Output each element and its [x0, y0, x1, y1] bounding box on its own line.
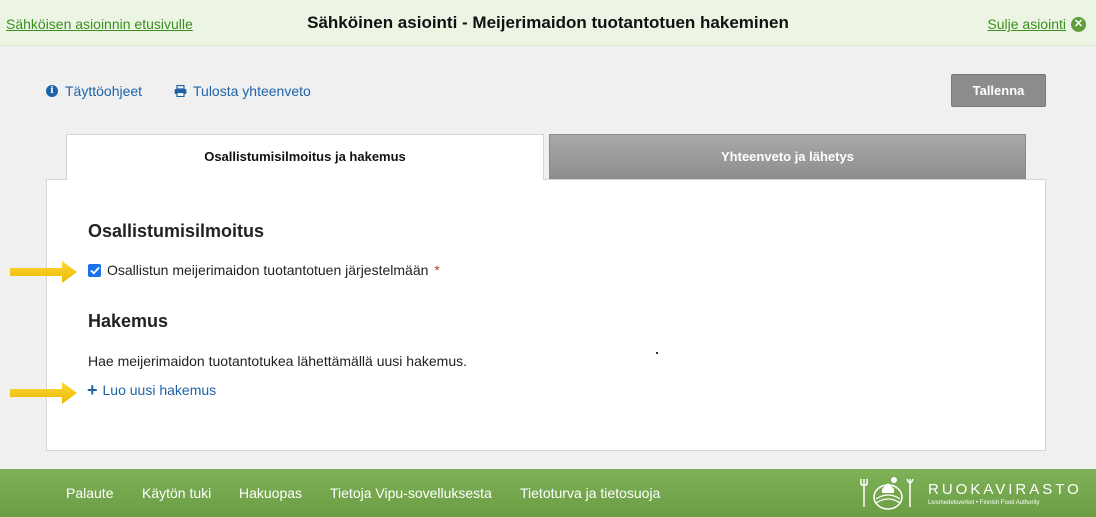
participation-checkbox-label[interactable]: Osallistun meijerimaidon tuotantotuen jä…: [107, 262, 428, 278]
arrow-right-icon: [10, 261, 77, 283]
print-summary-label: Tulosta yhteenveto: [193, 83, 311, 99]
footer-link-privacy[interactable]: Tietoturva ja tietosuoja: [520, 485, 660, 501]
close-circle-icon: ✕: [1071, 16, 1086, 32]
form-panel: [46, 179, 1046, 451]
footer-link-support[interactable]: Käytön tuki: [142, 485, 211, 501]
participation-heading: Osallistumisilmoitus: [88, 221, 265, 241]
application-description: Hae meijerimaidon tuotantotukea lähettäm…: [88, 353, 467, 369]
save-button[interactable]: Tallenna: [951, 74, 1046, 107]
application-heading: Hakemus: [88, 311, 169, 331]
print-summary-link[interactable]: Tulosta yhteenveto: [174, 83, 311, 99]
tab-summary-submission[interactable]: Yhteenveto ja lähetys: [549, 134, 1026, 179]
instructions-label: Täyttöohjeet: [65, 83, 143, 99]
participation-row: Osallistun meijerimaidon tuotantotuen jä…: [88, 262, 440, 278]
tab-participation-application[interactable]: Osallistumisilmoitus ja hakemus: [66, 134, 544, 180]
logo-subtitle: Livsmedelsverket • Finnish Food Authorit…: [928, 499, 1040, 506]
logo-emblem-icon: [860, 477, 914, 510]
stray-dot: [656, 352, 658, 354]
logo-name: RUOKAVIRASTO: [928, 480, 1082, 498]
ruokavirasto-logo: RUOKAVIRASTO Livsmedelsverket • Finnish …: [858, 473, 1082, 513]
participation-checkbox[interactable]: [88, 263, 101, 277]
arrow-right-icon: [10, 382, 77, 404]
close-session-label: Sulje asiointi: [987, 16, 1066, 32]
close-session-link[interactable]: Sulje asiointi ✕: [987, 16, 1086, 32]
instructions-link[interactable]: i Täyttöohjeet: [46, 83, 142, 99]
top-bar: Sähköisen asioinnin etusivulle Sähköinen…: [0, 0, 1096, 46]
home-link[interactable]: Sähköisen asioinnin etusivulle: [6, 16, 193, 32]
checkmark-icon: [89, 266, 100, 274]
new-application-label: Luo uusi hakemus: [102, 382, 217, 398]
plus-icon: +: [87, 380, 98, 400]
required-mark: *: [434, 262, 440, 278]
footer: Palaute Käytön tuki Hakuopas Tietoja Vip…: [0, 469, 1096, 517]
footer-link-guide[interactable]: Hakuopas: [239, 485, 302, 501]
printer-icon: [174, 85, 187, 97]
info-icon: i: [46, 85, 58, 97]
new-application-link[interactable]: + Luo uusi hakemus: [87, 380, 217, 400]
footer-link-feedback[interactable]: Palaute: [66, 485, 113, 501]
footer-link-about[interactable]: Tietoja Vipu-sovelluksesta: [330, 485, 492, 501]
